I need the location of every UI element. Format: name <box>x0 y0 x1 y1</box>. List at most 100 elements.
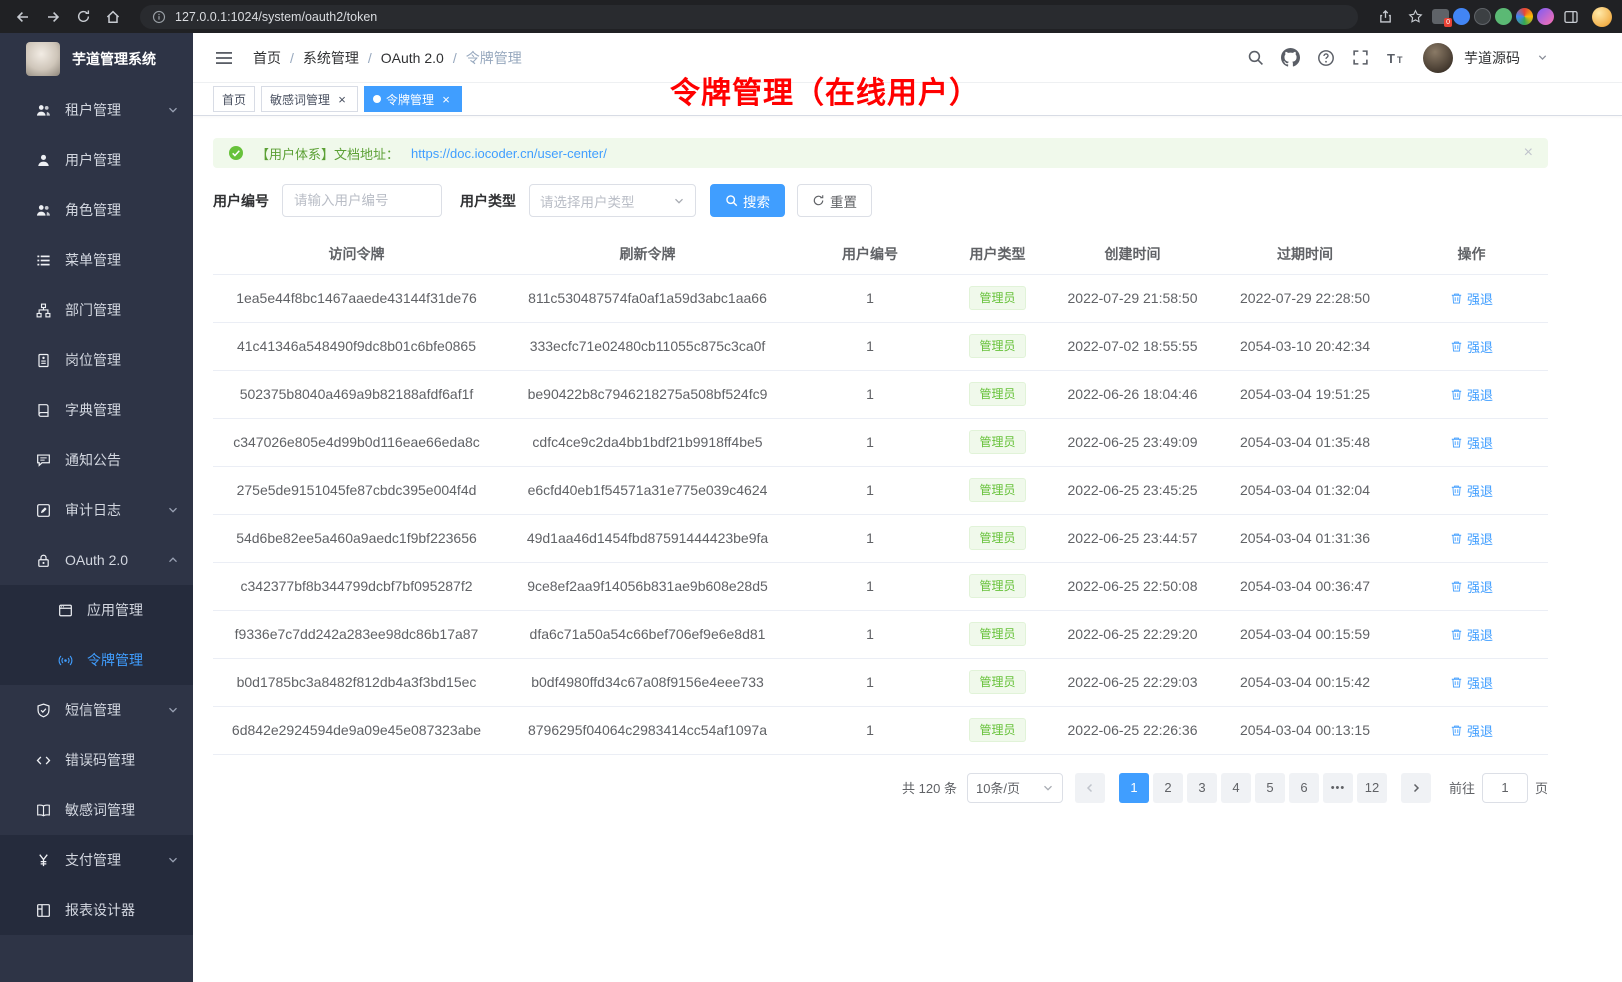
created-time-cell: 2022-06-25 23:44:57 <box>1050 514 1215 562</box>
page-ellipsis-button[interactable]: ••• <box>1323 773 1353 803</box>
tab-close-icon[interactable]: × <box>439 92 453 106</box>
sidebar-item-8[interactable]: 通知公告 <box>0 435 193 485</box>
user-id-input[interactable] <box>282 184 442 217</box>
browser-reload-icon[interactable] <box>70 4 96 30</box>
table-row: f9336e7c7dd242a283ee98dc86b17a87dfa6c71a… <box>213 610 1548 658</box>
user-id-cell: 1 <box>795 610 945 658</box>
extension-blue-icon[interactable] <box>1453 8 1470 25</box>
tab-2[interactable]: 敏感词管理× <box>261 86 358 112</box>
sidebar-item-12[interactable]: 令牌管理 <box>0 635 193 685</box>
page-number-button-5[interactable]: 5 <box>1255 773 1285 803</box>
tab-3[interactable]: 令牌管理× <box>364 86 462 112</box>
sidebar-item-11[interactable]: 应用管理 <box>0 585 193 635</box>
sidebar-item-4[interactable]: 菜单管理 <box>0 235 193 285</box>
alert-close-icon[interactable]: × <box>1524 145 1533 161</box>
sidebar-item-5[interactable]: 部门管理 <box>0 285 193 335</box>
sidebar-item-9[interactable]: 审计日志 <box>0 485 193 535</box>
browser-toolbar: 127.0.0.1:1024/system/oauth2/token 0 <box>0 0 1622 33</box>
table-row: 275e5de9151045fe87cbdc395e004f4de6cfd40e… <box>213 466 1548 514</box>
github-icon[interactable] <box>1281 48 1300 67</box>
post-badge-icon <box>36 353 51 368</box>
sidebar-item-16[interactable]: 支付管理 <box>0 835 193 885</box>
side-panel-icon[interactable] <box>1558 4 1584 30</box>
page-number-button-3[interactable]: 3 <box>1187 773 1217 803</box>
extension-green-icon[interactable] <box>1495 8 1512 25</box>
site-info-icon[interactable] <box>152 10 166 24</box>
tab-1[interactable]: 首页 <box>213 86 255 112</box>
sidebar-item-2[interactable]: 用户管理 <box>0 135 193 185</box>
reset-button[interactable]: 重置 <box>797 184 872 217</box>
breadcrumb-item-2[interactable]: 系统管理 <box>303 48 359 68</box>
sidebar-item-7[interactable]: 字典管理 <box>0 385 193 435</box>
sidebar-item-15[interactable]: 敏感词管理 <box>0 785 193 835</box>
sidebar-item-13[interactable]: 短信管理 <box>0 685 193 735</box>
user-name[interactable]: 芋道源码 <box>1464 48 1520 68</box>
user-menu-caret-icon[interactable] <box>1537 52 1548 63</box>
bookmark-star-icon[interactable] <box>1402 4 1428 30</box>
search-button[interactable]: 搜索 <box>710 184 785 217</box>
force-logout-label: 强退 <box>1467 721 1493 740</box>
page-number-button-12[interactable]: 12 <box>1357 773 1387 803</box>
app-frame: 芋道管理系统 租户管理用户管理角色管理菜单管理部门管理岗位管理字典管理通知公告审… <box>0 33 1622 982</box>
sidebar-item-label: 错误码管理 <box>65 750 135 770</box>
browser-home-icon[interactable] <box>100 4 126 30</box>
goto-suffix: 页 <box>1535 778 1548 797</box>
action-cell: 强退 <box>1395 418 1548 466</box>
extension-purple-icon[interactable] <box>1537 8 1554 25</box>
sidebar-item-3[interactable]: 角色管理 <box>0 185 193 235</box>
search-icon[interactable] <box>1247 49 1264 66</box>
force-logout-button[interactable]: 强退 <box>1450 433 1493 452</box>
breadcrumb-item-1[interactable]: 首页 <box>253 48 281 68</box>
prev-page-button[interactable] <box>1075 773 1105 803</box>
browser-back-icon[interactable] <box>10 4 36 30</box>
sidebar-item-label: 角色管理 <box>65 200 121 220</box>
breadcrumb-item-3[interactable]: OAuth 2.0 <box>381 50 444 66</box>
notice-message-icon <box>36 453 51 468</box>
goto-page-input[interactable] <box>1482 773 1528 803</box>
share-icon[interactable] <box>1372 4 1398 30</box>
page-size-select[interactable]: 10条/页 <box>967 773 1063 803</box>
page-number-button-4[interactable]: 4 <box>1221 773 1251 803</box>
page-number-button-2[interactable]: 2 <box>1153 773 1183 803</box>
help-icon[interactable] <box>1317 49 1335 67</box>
extension-with-badge-icon[interactable]: 0 <box>1432 9 1449 24</box>
column-header-7: 操作 <box>1395 235 1548 274</box>
page-number-button-6[interactable]: 6 <box>1289 773 1319 803</box>
sidebar-item-label: 通知公告 <box>65 450 121 470</box>
user-type-select[interactable]: 请选择用户类型 <box>529 184 696 217</box>
sidebar-item-1[interactable]: 租户管理 <box>0 85 193 135</box>
force-logout-button[interactable]: 强退 <box>1450 577 1493 596</box>
user-avatar[interactable] <box>1423 43 1453 73</box>
chevron-down-icon <box>167 104 179 116</box>
user-type-cell: 管理员 <box>945 610 1050 658</box>
browser-forward-icon[interactable] <box>40 4 66 30</box>
font-size-icon[interactable]: TT <box>1386 50 1406 66</box>
sidebar-item-6[interactable]: 岗位管理 <box>0 335 193 385</box>
user-type-cell: 管理员 <box>945 322 1050 370</box>
extension-pinwheel-icon[interactable] <box>1516 8 1533 25</box>
force-logout-button[interactable]: 强退 <box>1450 385 1493 404</box>
force-logout-button[interactable]: 强退 <box>1450 289 1493 308</box>
doc-link[interactable]: https://doc.iocoder.cn/user-center/ <box>411 146 607 161</box>
fullscreen-icon[interactable] <box>1352 49 1369 66</box>
created-time-cell: 2022-06-25 22:26:36 <box>1050 706 1215 754</box>
sidebar-item-10[interactable]: OAuth 2.0 <box>0 535 193 585</box>
page-number-button-1[interactable]: 1 <box>1119 773 1149 803</box>
sidebar-item-14[interactable]: 错误码管理 <box>0 735 193 785</box>
browser-profile-avatar[interactable] <box>1592 7 1612 27</box>
sidebar-item-17[interactable]: 报表设计器 <box>0 885 193 935</box>
app-logo-row[interactable]: 芋道管理系统 <box>0 33 193 85</box>
force-logout-button[interactable]: 强退 <box>1450 625 1493 644</box>
tab-close-icon[interactable]: × <box>335 92 349 106</box>
sidebar-collapse-icon[interactable] <box>209 44 239 72</box>
force-logout-button[interactable]: 强退 <box>1450 673 1493 692</box>
force-logout-button[interactable]: 强退 <box>1450 337 1493 356</box>
force-logout-button[interactable]: 强退 <box>1450 721 1493 740</box>
next-page-button[interactable] <box>1401 773 1431 803</box>
browser-address-bar[interactable]: 127.0.0.1:1024/system/oauth2/token <box>140 5 1358 29</box>
force-logout-button[interactable]: 强退 <box>1450 529 1493 548</box>
access-token-cell: 502375b8040a469a9b82188afdf6af1f <box>213 370 500 418</box>
extension-dark-icon[interactable] <box>1474 8 1491 25</box>
table-row: c347026e805e4d99b0d116eae66eda8ccdfc4ce9… <box>213 418 1548 466</box>
force-logout-button[interactable]: 强退 <box>1450 481 1493 500</box>
